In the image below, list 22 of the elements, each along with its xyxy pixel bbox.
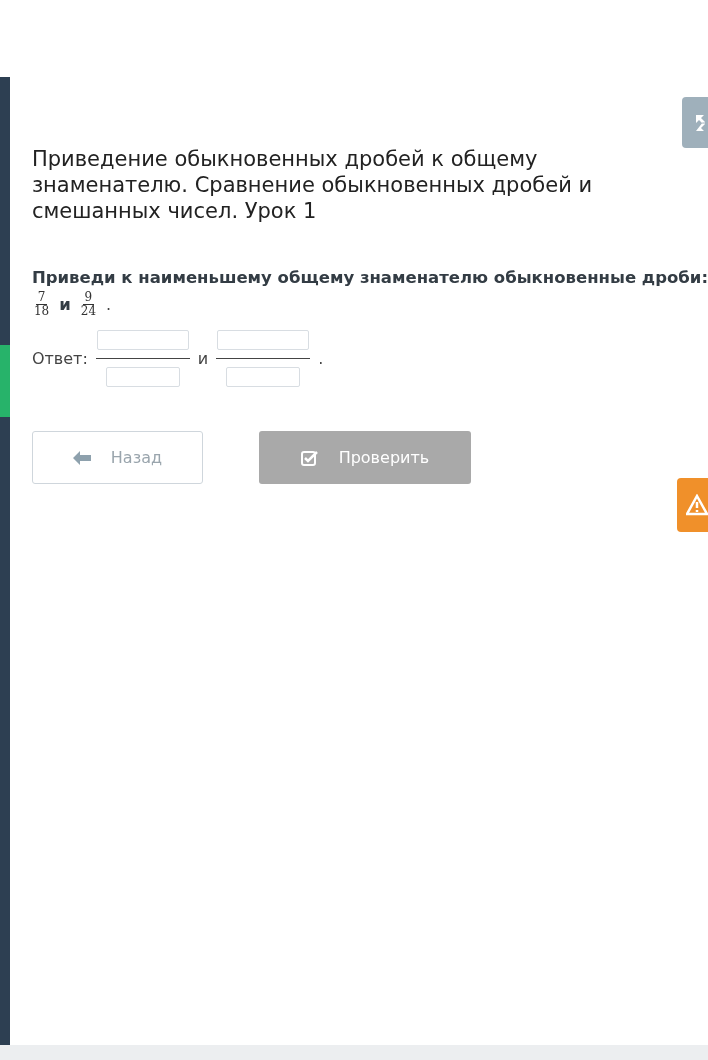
answer-label: Ответ: xyxy=(31,349,88,368)
sidebar-item[interactable] xyxy=(0,417,10,1045)
fullscreen-button[interactable] xyxy=(682,97,708,148)
numerator-field[interactable] xyxy=(96,330,189,350)
fraction: 7 18 xyxy=(32,291,51,318)
task-prompt: Приведи к наименьшему общему знаменателю обыкновенные дроби: xyxy=(31,268,708,287)
conjunction: и xyxy=(59,295,71,314)
fraction: 9 24 xyxy=(79,291,98,318)
denominator-field[interactable] xyxy=(226,367,301,387)
lesson-title: Приведение обыкновенных дробей к общему знаменателю. Сравнение обыкновенных дробей и смешанных чисел. Урок 1 xyxy=(31,146,594,224)
conjunction: и xyxy=(197,349,209,368)
sidebar-item[interactable] xyxy=(0,77,10,345)
checkbox-icon xyxy=(300,449,319,466)
period: . xyxy=(106,295,112,314)
sidebar-item[interactable] xyxy=(0,345,10,417)
report-button[interactable] xyxy=(677,478,708,532)
numerator-field[interactable] xyxy=(217,330,310,350)
denominator-field[interactable] xyxy=(105,367,180,387)
arrow-left-icon xyxy=(72,450,91,465)
back-button[interactable]: Назад xyxy=(31,431,203,484)
warning-icon xyxy=(686,494,708,516)
period: . xyxy=(318,349,324,368)
